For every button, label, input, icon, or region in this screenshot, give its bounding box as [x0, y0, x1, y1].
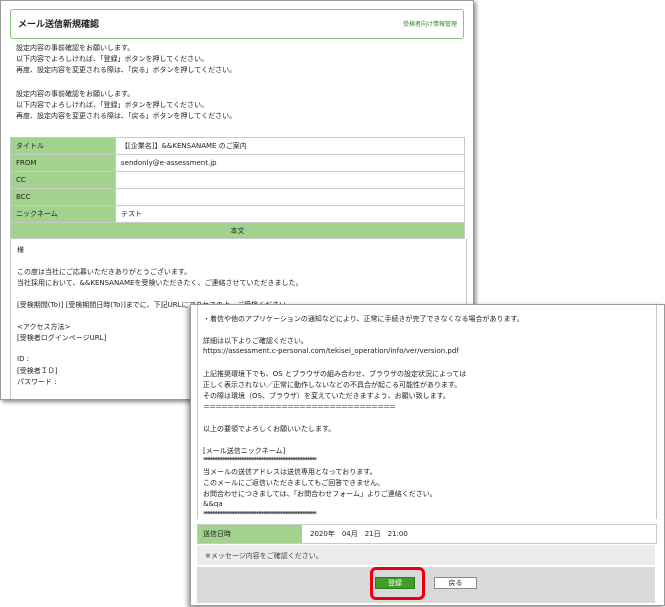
body-line: この度は当社にご応募いただきありがとうございます。: [17, 268, 192, 276]
back-button[interactable]: 戻る: [434, 577, 477, 589]
header-link[interactable]: 受検者向け情報管理: [403, 19, 457, 28]
page-header: メール送信新規確認 受検者向け情報管理: [10, 9, 464, 39]
table-row: 本文: [10, 222, 465, 239]
body-line: &&qa: [203, 500, 223, 508]
field-label-nickname: ニックネーム: [10, 205, 116, 223]
field-value-from: sendonly@e-assessment.jp: [115, 154, 465, 172]
body-line: ID :: [17, 355, 30, 363]
field-label-bcc: BCC: [10, 188, 116, 206]
field-label-cc: CC: [10, 171, 116, 189]
field-value-bcc: [115, 188, 465, 206]
intro-line: 以下内容でよろしければ、「登録」ボタンを押してください。: [16, 101, 209, 109]
body-line: 当社採用において、&&KENSANAMEを受検いただきたく、ご連絡させていただき…: [17, 279, 303, 287]
field-value-cc: [115, 171, 465, 189]
button-footer: [197, 567, 655, 603]
intro-line: 再度、設定内容を変更される際は、「戻る」ボタンを押してください。: [16, 112, 237, 120]
body-line: 上記推奨環境下でも、OS とブラウザの組み合わせ、ブラウザの設定状況によっては: [203, 370, 467, 378]
field-value-title: 【[企業名]】&&KENSANAME のご案内: [115, 137, 465, 155]
intro-line: 設定内容の事前確認をお願いします。: [16, 90, 135, 98]
body-line: [受検者ＩＤ]: [17, 367, 58, 375]
send-datetime-label: 送信日時: [198, 525, 302, 543]
body-line: パスワード :: [17, 378, 57, 386]
intro-line: 再度、設定内容を変更される際は、「戻る」ボタンを押してください。: [16, 66, 237, 74]
send-datetime-value: 2020年 04月 21日 21:00: [310, 530, 408, 538]
body-line: 当メールの送信アドレスは送信専用となっております。: [203, 468, 377, 476]
body-line: ＝＝＝＝＝＝＝＝＝＝＝＝＝＝＝＝＝＝＝＝＝＝＝＝＝＝＝＝＝＝＝＝: [203, 403, 396, 411]
table-row: タイトル 【[企業名]】&&KENSANAME のご案内: [10, 137, 465, 155]
confirm-notice: ※メッセージ内容をご確認ください。: [197, 545, 655, 565]
body-line: お問合わせにつきましては、「お問合わせフォーム」よりご連絡ください。: [203, 490, 437, 498]
table-row: BCC: [10, 188, 465, 206]
table-row: ニックネーム テスト: [10, 205, 465, 223]
body-line: ・着信や他のアプリケーションの通知などにより、正常に手続きが完了できなくなる場合…: [203, 315, 524, 323]
register-highlight-frame: [370, 567, 425, 600]
body-line: 正しく表示されない／正常に動作しないなどの不具合が起こる可能性があります。: [203, 381, 462, 389]
table-row: CC: [10, 171, 465, 189]
table-row: FROM sendonly@e-assessment.jp: [10, 154, 465, 172]
body-line: 詳細は以下よりご確認ください。: [203, 337, 308, 345]
body-line: [受検者ログインページURL]: [17, 334, 107, 342]
confirm-window-bottom: ・着信や他のアプリケーションの通知などにより、正常に手続きが完了できなくなる場合…: [190, 304, 665, 606]
send-datetime-row: 送信日時 2020年 04月 21日 21:00: [197, 524, 657, 544]
page-title: メール送信新規確認: [18, 20, 100, 30]
body-line: 以上の要領でよろしくお願いいたします。: [203, 425, 336, 433]
notice-text: ※メッセージ内容をご確認ください。: [205, 552, 323, 560]
field-label-from: FROM: [10, 154, 116, 172]
field-label-title: タイトル: [10, 137, 116, 155]
body-line: 様: [17, 246, 24, 254]
body-line: [メール送信ニックネーム]: [203, 447, 286, 455]
mail-settings-table: タイトル 【[企業名]】&&KENSANAME のご案内 FROM sendon…: [10, 137, 465, 239]
field-value-nickname: テスト: [115, 205, 465, 223]
body-header: 本文: [10, 222, 465, 239]
body-line: ****************************************…: [203, 510, 317, 518]
body-line: その際は環境（OS、ブラウザ）を変えていただきますよう、お願い致します。: [203, 392, 450, 400]
body-line: https://assessment.c-personal.com/tekise…: [203, 347, 459, 355]
intro-line: 以下内容でよろしければ、「登録」ボタンを押してください。: [16, 55, 209, 63]
body-line: <アクセス方法>: [17, 323, 71, 331]
body-line: ****************************************…: [203, 456, 317, 464]
intro-line: 設定内容の事前確認をお願いします。: [16, 44, 135, 52]
body-line: このメールにご返信いただきましてもご回答できません。: [203, 479, 385, 487]
